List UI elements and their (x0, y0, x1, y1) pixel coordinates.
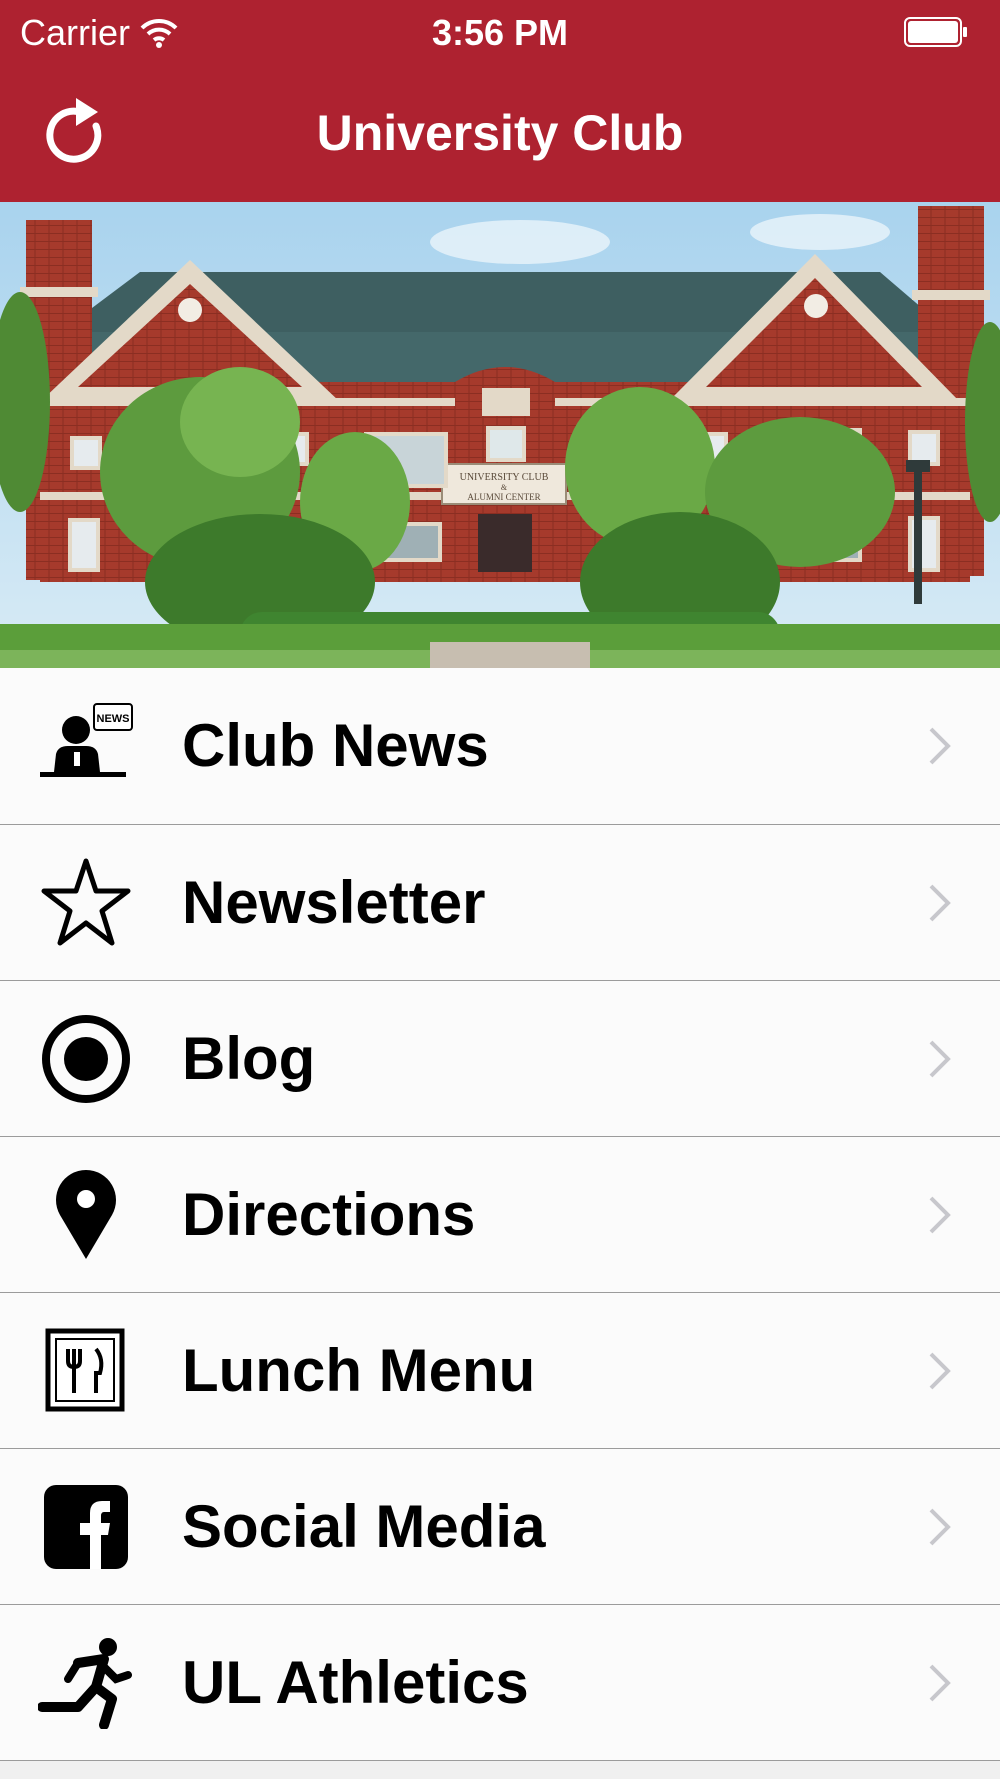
menu-item-label: Directions (182, 1181, 476, 1248)
chevron-right-icon (929, 1040, 951, 1078)
menu-list: NEWS Club News Newsletter Blog Direction… (0, 668, 1000, 1760)
sign-line-1: UNIVERSITY CLUB (460, 472, 549, 483)
menu-item-label: Club News (182, 712, 489, 779)
sign-line-2: & (501, 483, 508, 492)
map-pin-icon (38, 1169, 134, 1261)
menu-item-club-news[interactable]: NEWS Club News (0, 668, 1000, 824)
menu-item-blog[interactable]: Blog (0, 980, 1000, 1136)
menu-item-label: UL Athletics (182, 1649, 529, 1716)
battery-icon (904, 17, 967, 47)
star-icon (38, 857, 134, 949)
chevron-right-icon (929, 1196, 951, 1234)
fork-knife-icon (38, 1325, 134, 1417)
menu-item-label: Social Media (182, 1493, 546, 1560)
list-end-divider (0, 1760, 1000, 1779)
news-icon: NEWS (38, 700, 134, 792)
menu-item-newsletter[interactable]: Newsletter (0, 824, 1000, 980)
svg-text:NEWS: NEWS (97, 713, 130, 725)
running-man-icon (37, 1637, 134, 1730)
clock: 3:56 PM (431, 12, 569, 53)
clubhouse-photo: UNIVERSITY CLUB & ALUMNI CENTER (0, 202, 1000, 668)
facebook-icon (38, 1481, 134, 1573)
chevron-right-icon (929, 884, 951, 922)
record-icon (38, 1013, 134, 1105)
chevron-right-icon (929, 1352, 951, 1390)
chevron-right-icon (929, 727, 951, 765)
chevron-right-icon (929, 1508, 951, 1546)
menu-item-ul-athletics[interactable]: UL Athletics (0, 1604, 1000, 1760)
sign-line-3: ALUMNI CENTER (467, 492, 540, 502)
navigation-bar: Carrier 3:56 PM University Club (0, 0, 1000, 202)
menu-item-label: Newsletter (182, 869, 486, 936)
menu-item-directions[interactable]: Directions (0, 1136, 1000, 1292)
status-bar: Carrier 3:56 PM (0, 0, 1000, 68)
page-title: University Club (316, 105, 684, 161)
menu-item-label: Blog (182, 1025, 316, 1092)
menu-item-label: Lunch Menu (182, 1337, 536, 1404)
menu-item-social-media[interactable]: Social Media (0, 1448, 1000, 1604)
chevron-right-icon (929, 1664, 951, 1702)
menu-item-lunch-menu[interactable]: Lunch Menu (0, 1292, 1000, 1448)
